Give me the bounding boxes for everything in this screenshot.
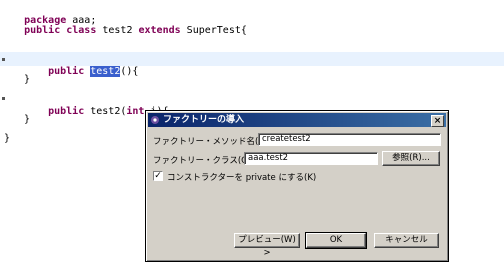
code-line-close-brace: } xyxy=(24,74,31,85)
code-line-constructor: public test2(){ xyxy=(48,66,139,77)
make-constructor-private-checkbox[interactable]: ✓ xyxy=(153,171,163,181)
method-name-label: ファクトリー・メソッド名(N): xyxy=(153,137,271,147)
factory-method-name-input[interactable]: createtest2 xyxy=(258,133,441,146)
cancel-button[interactable]: キャンセル xyxy=(374,233,439,248)
gutter-marker xyxy=(2,97,5,100)
eclipse-refactor-icon xyxy=(151,116,159,124)
close-icon[interactable]: × xyxy=(431,115,444,127)
code-line-class-decl: public class test2 extends SuperTest{ xyxy=(24,25,247,36)
dialog-titlebar[interactable]: ファクトリーの導入 × xyxy=(148,113,446,127)
introduce-factory-dialog: ファクトリーの導入 × ファクトリー・メソッド名(N): createtest2… xyxy=(145,110,449,262)
browse-button[interactable]: 参照(R)... xyxy=(382,151,440,166)
gutter-marker xyxy=(2,58,5,61)
code-line-class-close: } xyxy=(4,133,11,144)
dialog-title: ファクトリーの導入 xyxy=(163,115,245,125)
ok-button[interactable]: OK xyxy=(305,232,367,249)
code-line-close-brace: } xyxy=(24,114,31,125)
factory-class-input[interactable]: aaa.test2 xyxy=(244,152,378,165)
preview-button[interactable]: プレビュー(W) > xyxy=(234,233,300,258)
make-constructor-private-label[interactable]: コンストラクターを private にする(K) xyxy=(167,171,316,183)
factory-class-label: ファクトリー・クラス(C): xyxy=(153,156,254,166)
selected-text: test2 xyxy=(90,66,121,77)
